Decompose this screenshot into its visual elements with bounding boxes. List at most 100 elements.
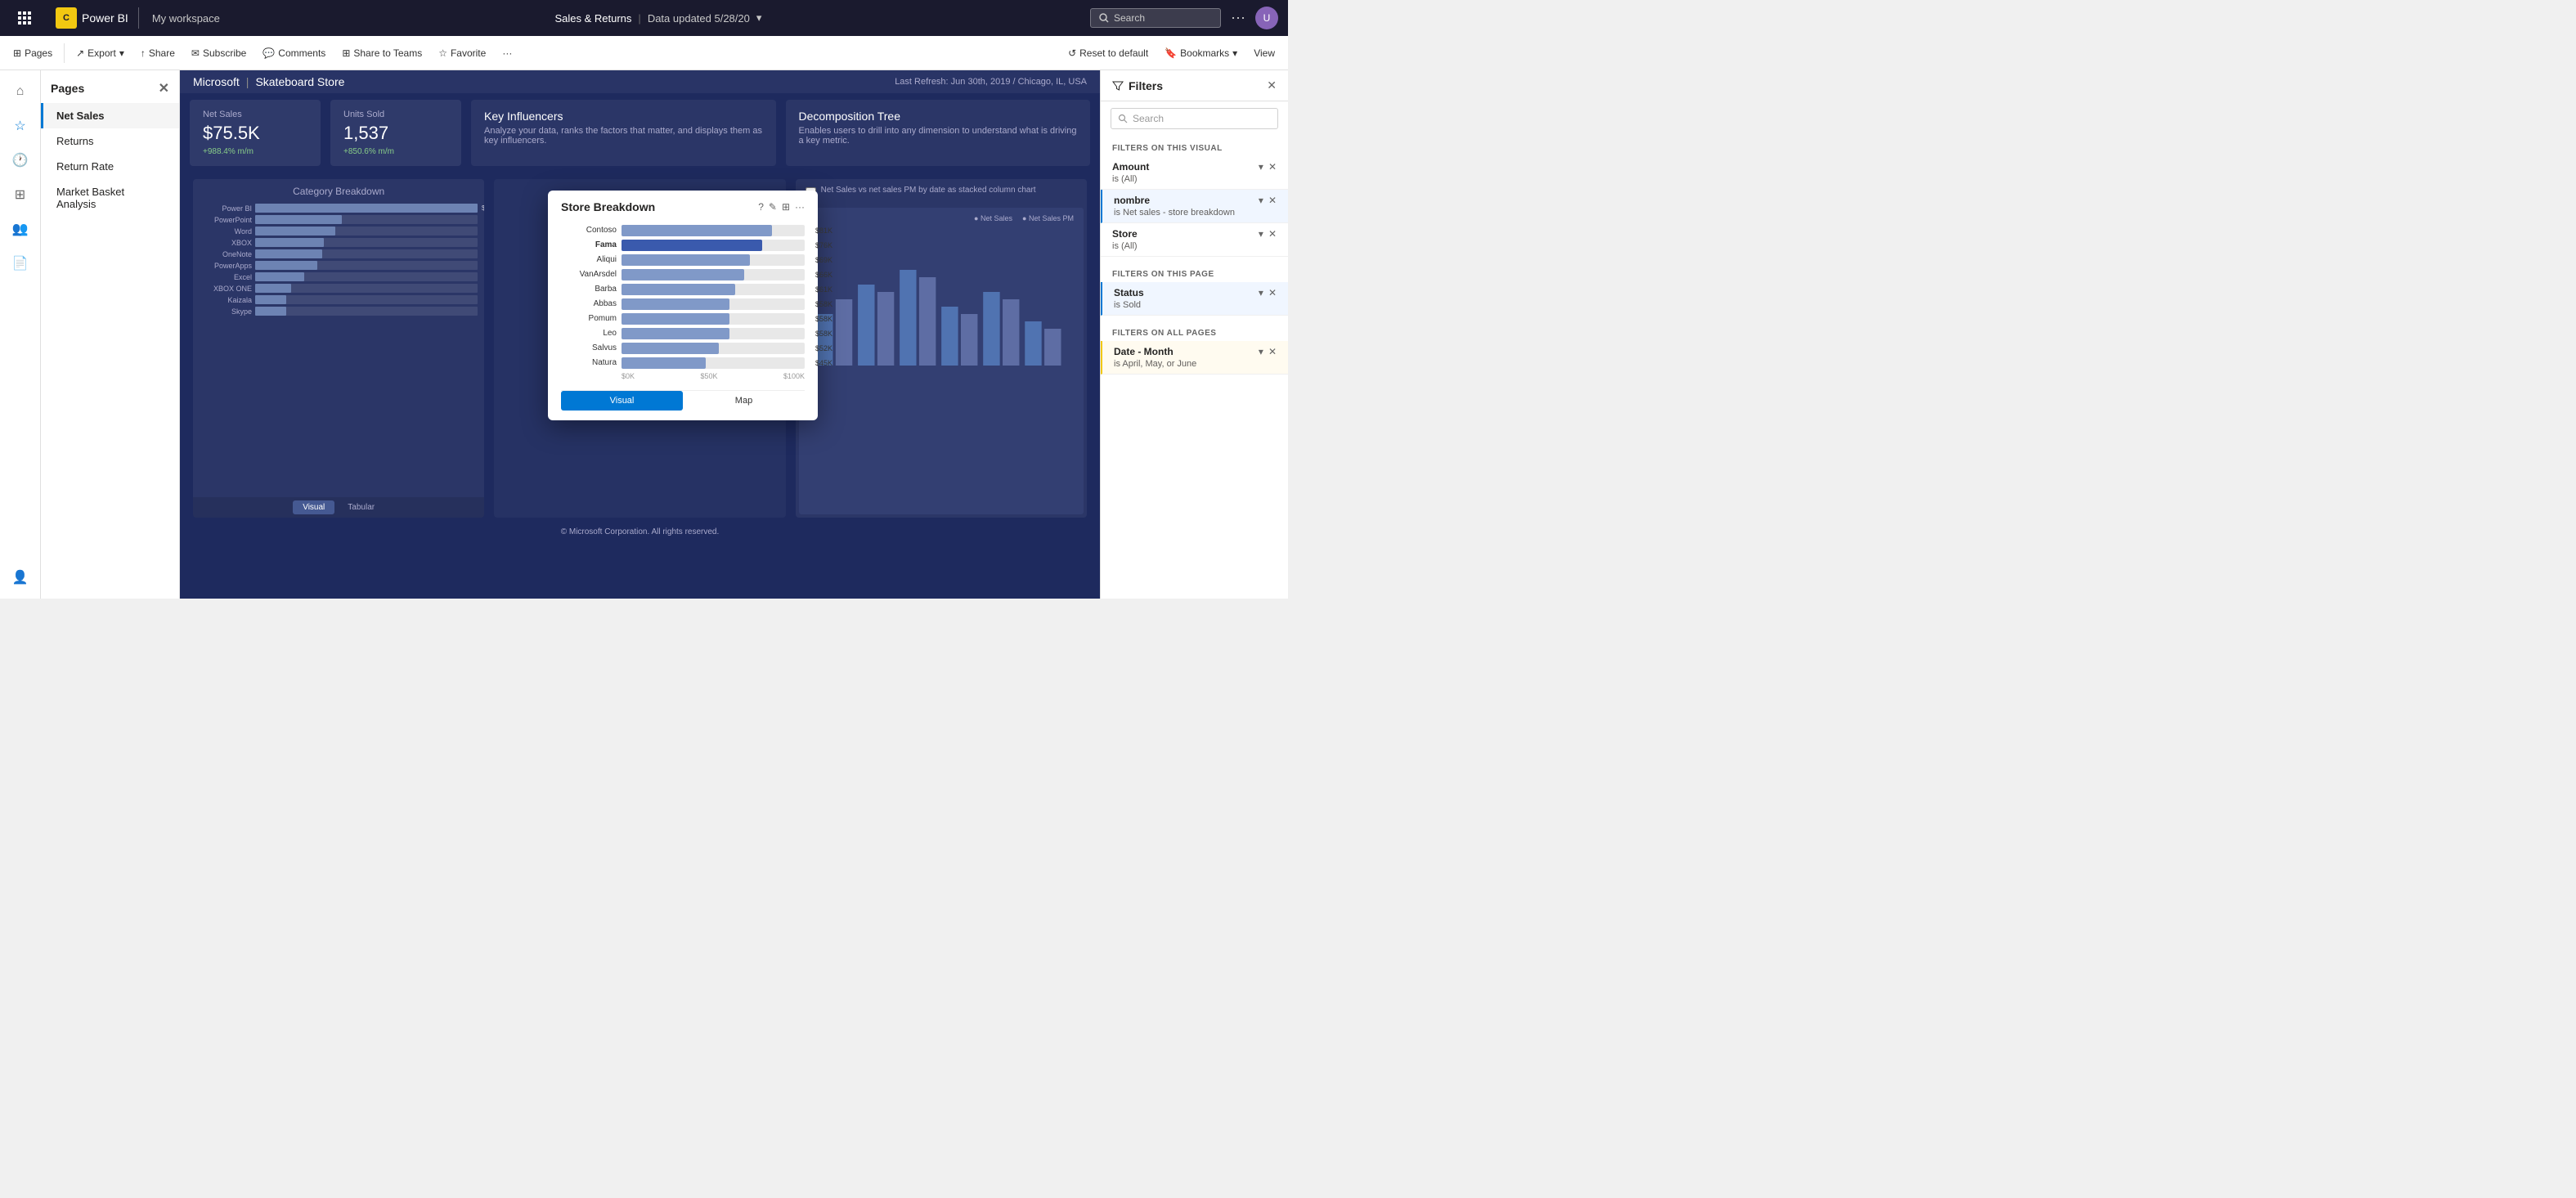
store-bar-fill (622, 313, 729, 325)
key-influencers-title: Key Influencers (484, 110, 763, 123)
popup-visual-tab[interactable]: Visual (561, 391, 683, 411)
store-bar-label: Salvus (561, 343, 617, 352)
filter-date-header: Date - Month ▾ ✕ (1114, 346, 1277, 357)
share-button[interactable]: ↑ Share (134, 43, 182, 63)
filters-panel-close[interactable]: ✕ (1267, 79, 1277, 92)
search-label: Search (1114, 12, 1145, 24)
filter-nombre-chevron-icon[interactable]: ▾ (1259, 195, 1263, 206)
store-chart-rows: Contoso $81K Fama $76K Aliqui $69K VanAr… (561, 225, 805, 369)
more-toolbar-button[interactable]: ··· (496, 43, 518, 63)
favorite-button[interactable]: ☆ Favorite (432, 43, 492, 63)
filter-date-month[interactable]: Date - Month ▾ ✕ is April, May, or June (1101, 341, 1288, 375)
nav-recent-icon[interactable]: 🕐 (6, 146, 35, 175)
cat-bar-track: $19.8K (255, 204, 478, 213)
separator: | (638, 12, 640, 25)
view-button[interactable]: View (1247, 43, 1281, 63)
third-chart-title: Net Sales vs net sales PM by date as sta… (821, 186, 1036, 195)
export-icon: ↗ (76, 47, 84, 59)
reset-button[interactable]: ↺ Reset to default (1061, 43, 1155, 63)
cat-chart-row: PowerApps $5.5K (200, 261, 478, 270)
filters-all-pages-title: Filters on all pages (1101, 325, 1288, 341)
filter-date-chevron-icon[interactable]: ▾ (1259, 346, 1263, 357)
filter-clear-icon[interactable]: ✕ (1268, 161, 1277, 173)
nav-learn-icon[interactable]: 📄 (6, 249, 35, 278)
cat-tab-tabular[interactable]: Tabular (338, 500, 384, 514)
filter-store-name: Store (1112, 228, 1138, 240)
store-bar-track: $66K (622, 269, 805, 280)
cat-bar-fill (255, 272, 304, 281)
left-nav-icons: ⌂ ☆ 🕐 ⊞ 👥 📄 👤 (0, 70, 41, 599)
cat-chart-rows: Power BI $19.8K PowerPoint $7.8K Word $7… (200, 204, 478, 316)
page-item-marketbasket[interactable]: Market Basket Analysis (41, 179, 179, 217)
nav-apps-icon[interactable]: ⊞ (6, 180, 35, 209)
filter-search-box[interactable] (1111, 108, 1278, 129)
filter-status-chevron-icon[interactable]: ▾ (1259, 287, 1263, 298)
filter-amount[interactable]: Amount ▾ ✕ is (All) (1101, 156, 1288, 190)
store-breakdown-popup: Store Breakdown ? ✎ ⊞ ··· Contoso $81K F… (548, 191, 818, 420)
filter-chevron-icon[interactable]: ▾ (1259, 161, 1263, 173)
store-bar-track: $58K (622, 298, 805, 310)
contoso-logo: C (56, 7, 77, 29)
more-options-button[interactable]: ⋯ (1227, 10, 1249, 27)
nav-profile-icon[interactable]: 👤 (6, 563, 35, 592)
decomp-tree-desc: Enables users to drill into any dimensio… (799, 126, 1078, 146)
nav-shared-icon[interactable]: 👥 (6, 214, 35, 244)
cat-bar-track: $3.1K (255, 284, 478, 293)
filter-status-actions: ▾ ✕ (1259, 287, 1277, 298)
filter-status[interactable]: Status ▾ ✕ is Sold (1101, 282, 1288, 316)
cat-bar-fill (255, 261, 317, 270)
popup-map-tab[interactable]: Map (683, 391, 805, 411)
filter-nombre-clear-icon[interactable]: ✕ (1268, 195, 1277, 206)
filter-amount-value: is (All) (1112, 174, 1277, 184)
subscribe-icon: ✉ (191, 47, 200, 59)
bookmarks-button[interactable]: 🔖 Bookmarks ▾ (1158, 43, 1244, 63)
pages-panel-close[interactable]: ✕ (159, 80, 169, 96)
kpi-units-value: 1,537 (343, 123, 448, 144)
pages-icon: ⊞ (13, 47, 21, 59)
nav-home-icon[interactable]: ⌂ (6, 77, 35, 106)
page-item-netsales[interactable]: Net Sales (41, 103, 179, 128)
popup-more-icon[interactable]: ··· (795, 201, 805, 213)
workspace-selector[interactable]: My workspace (146, 12, 227, 25)
legend-net-sales-pm: ● Net Sales PM (1022, 214, 1074, 222)
filter-status-clear-icon[interactable]: ✕ (1268, 287, 1277, 298)
popup-copy-icon[interactable]: ⊞ (782, 201, 790, 213)
filter-nombre[interactable]: nombre ▾ ✕ is Net sales - store breakdow… (1101, 190, 1288, 223)
reset-icon: ↺ (1068, 47, 1076, 59)
pages-panel-title: Pages (51, 82, 84, 95)
teams-icon: ⊞ (342, 47, 350, 59)
popup-help-icon[interactable]: ? (758, 201, 764, 213)
pages-label: Pages (25, 47, 52, 59)
store-bar-label: Aliqui (561, 255, 617, 264)
cat-tab-visual[interactable]: Visual (293, 500, 334, 514)
filter-store-chevron-icon[interactable]: ▾ (1259, 228, 1263, 240)
filter-date-clear-icon[interactable]: ✕ (1268, 346, 1277, 357)
cat-chart-row: Power BI $19.8K (200, 204, 478, 213)
search-box[interactable]: Search (1090, 8, 1221, 28)
share-teams-button[interactable]: ⊞ Share to Teams (335, 43, 429, 63)
subscribe-button[interactable]: ✉ Subscribe (185, 43, 253, 63)
filter-store[interactable]: Store ▾ ✕ is (All) (1101, 223, 1288, 257)
kpi-net-sales: Net Sales $75.5K +988.4% m/m (190, 100, 321, 166)
comments-button[interactable]: 💬 Comments (256, 43, 332, 63)
chevron-down-icon[interactable]: ▾ (756, 11, 762, 25)
pages-button[interactable]: ⊞ Pages (7, 43, 59, 63)
comments-icon: 💬 (263, 47, 275, 59)
popup-edit-icon[interactable]: ✎ (769, 201, 777, 213)
search-icon (1099, 13, 1109, 23)
store-bar-label: Abbas (561, 299, 617, 308)
store-bar-track: $81K (622, 225, 805, 236)
user-avatar[interactable]: U (1255, 7, 1278, 29)
cat-chart-row: XBOX $6.2K (200, 238, 478, 247)
nav-bookmark-icon[interactable]: ☆ (6, 111, 35, 141)
comments-label: Comments (278, 47, 325, 59)
grid-menu-icon[interactable] (10, 3, 39, 33)
page-item-returns[interactable]: Returns (41, 128, 179, 154)
export-button[interactable]: ↗ Export ▾ (70, 43, 131, 63)
filter-store-clear-icon[interactable]: ✕ (1268, 228, 1277, 240)
cat-chart-row: Excel $4.3K (200, 272, 478, 281)
filter-search-input[interactable] (1133, 113, 1271, 124)
page-item-returnrate[interactable]: Return Rate (41, 154, 179, 179)
filter-date-name: Date - Month (1114, 346, 1174, 357)
footer-copyright: © Microsoft Corporation. All rights rese… (180, 524, 1100, 540)
